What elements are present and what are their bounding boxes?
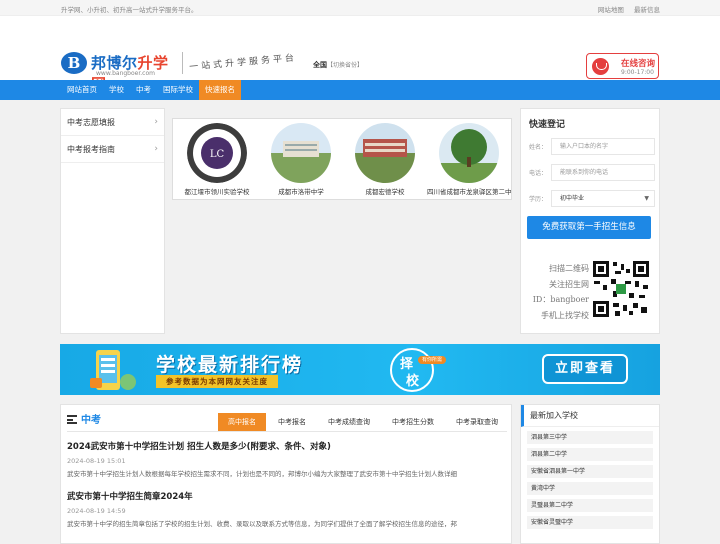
tab-exam-enroll[interactable]: 中考报名 <box>268 413 316 431</box>
article-title[interactable]: 武安市第十中学招生简章2024年 <box>67 490 507 502</box>
phone-field-row: 电话： 能联系到你的电话 <box>529 164 655 181</box>
consult-title: 在线咨询 <box>621 59 656 69</box>
name-input[interactable]: 输入户口本的名字 <box>551 138 655 155</box>
grade-select[interactable]: 初中毕业 ▼ <box>551 190 655 207</box>
qr-code-icon <box>591 259 651 319</box>
news-article: 2024武安市第十中学招生计划 招生人数是多少(附要求、条件、对象) 2024-… <box>67 440 507 478</box>
menu-item-guide[interactable]: 中考报考指南 › <box>61 136 164 163</box>
list-item[interactable]: 黄湾中学 <box>527 482 653 495</box>
school-carousel: LC 都江堰市领川实验学校 成都市洛带中学 成都宏德学校 四川省成都市龙泉驿区第… <box>172 118 512 200</box>
region-selector[interactable]: 全国【切换省份】 <box>313 60 363 70</box>
list-item[interactable]: 泗县第二中学 <box>527 448 653 461</box>
school-photo <box>271 123 331 183</box>
list-item[interactable]: 泗县第三中学 <box>527 431 653 444</box>
latest-info-link[interactable]: 最新信息 <box>634 6 660 14</box>
grade-label: 学历： <box>529 196 548 203</box>
name-label: 姓名： <box>529 144 548 151</box>
phone-label: 电话： <box>529 170 548 177</box>
banner-headline: 学校最新排行榜 <box>156 354 304 376</box>
choose-school-badge: 择 校 有你所需 <box>390 348 447 392</box>
register-title: 快速登记 <box>529 120 566 130</box>
tab-score-query[interactable]: 中考成绩查询 <box>318 413 380 431</box>
article-title[interactable]: 2024武安市第十中学招生计划 招生人数是多少(附要求、条件、对象) <box>67 440 507 452</box>
school-card[interactable]: 成都市洛带中学 <box>261 123 339 199</box>
qr-caption: 扫描二维码 关注招生网 ID：bangboer 手机上找学校 <box>532 264 589 320</box>
school-logo: LC <box>187 123 247 183</box>
chat-icon <box>592 58 609 75</box>
nav-quick-signup[interactable]: 快速报名 <box>199 80 241 100</box>
list-icon <box>67 415 77 424</box>
region-switch-link[interactable]: 【切换省份】 <box>327 62 363 69</box>
view-now-button[interactable]: 立即查看 <box>542 354 628 384</box>
newest-schools-panel: 最新加入学校 泗县第三中学 泗县第二中学 安徽省泗县第一中学 黄湾中学 灵璧县第… <box>520 404 660 544</box>
logo-badge-icon: B <box>61 52 87 74</box>
tab-cutoff-scores[interactable]: 中考招生分数 <box>382 413 444 431</box>
logo-domain: www.bangboer.com <box>96 70 155 77</box>
news-panel: 中考 高中报名 中考报名 中考成绩查询 中考招生分数 中考录取查询 2024武安… <box>60 404 512 544</box>
school-name: 四川省成都市龙泉驿区第二中学 <box>427 188 511 196</box>
news-article: 武安市第十中学招生简章2024年 2024-08-19 14:59 武安市第十中… <box>67 490 507 528</box>
article-date: 2024-08-19 14:59 <box>67 507 126 515</box>
chevron-right-icon: › <box>154 117 158 127</box>
online-consult-button[interactable]: 在线咨询 9:00-17:00 <box>586 53 659 79</box>
quick-register-panel: 快速登记 姓名： 输入户口本的名字 电话： 能联系到你的电话 学历： 初中毕业 ▼… <box>520 108 660 334</box>
site-slogan: 升学网、小升初、初升高一站式升学服务平台。 <box>61 6 198 14</box>
article-summary: 武安市第十中学招生计划人数根据每年学校招生需求不同，计划也是不同的，邦博尔小编为… <box>67 470 457 478</box>
school-name: 成都市洛带中学 <box>278 188 324 196</box>
news-tabs: 高中报名 中考报名 中考成绩查询 中考招生分数 中考录取查询 <box>216 413 508 431</box>
nav-home[interactable]: 网站首页 <box>61 80 103 100</box>
phone-input[interactable]: 能联系到你的电话 <box>551 164 655 181</box>
site-header: B 邦博尔升学网 www.bangboer.com 一站式升学服务平台 全国【切… <box>0 16 720 93</box>
list-item[interactable]: 安徽省泗县第一中学 <box>527 465 653 478</box>
school-name: 成都宏德学校 <box>365 188 405 196</box>
menu-item-volunteer[interactable]: 中考志愿填报 › <box>61 109 164 136</box>
top-bar: 升学网、小升初、初升高一站式升学服务平台。 网站地图 最新信息 <box>0 0 720 16</box>
left-menu: 中考志愿填报 › 中考报考指南 › <box>60 108 165 334</box>
school-card[interactable]: LC 都江堰市领川实验学校 <box>177 123 255 199</box>
article-date: 2024-08-19 15:01 <box>67 457 126 465</box>
tab-high-school-enroll[interactable]: 高中报名 <box>218 413 266 431</box>
list-item[interactable]: 灵璧县第二中学 <box>527 499 653 512</box>
main-nav: 网站首页 学校 中考 国际学校 快速报名 <box>0 80 720 100</box>
nav-international[interactable]: 国际学校 <box>157 80 199 100</box>
region-name: 全国 <box>313 61 327 69</box>
list-item[interactable]: 安徽省灵璧中学 <box>527 516 653 529</box>
header-tagline: 一站式升学服务平台 <box>188 53 298 73</box>
section-divider <box>67 431 507 432</box>
newest-title: 最新加入学校 <box>521 405 659 427</box>
top-links: 网站地图 最新信息 <box>590 4 660 14</box>
tab-admission-query[interactable]: 中考录取查询 <box>446 413 508 431</box>
banner-subtitle: 参考数据为本网网友关注度 <box>156 375 278 388</box>
chevron-right-icon: › <box>154 144 158 154</box>
chevron-down-icon: ▼ <box>644 195 649 202</box>
school-name: 都江堰市领川实验学校 <box>184 188 250 196</box>
submit-button[interactable]: 免费获取第一手招生信息 <box>527 216 651 239</box>
grade-field-row: 学历： 初中毕业 ▼ <box>529 190 655 207</box>
ranking-banner[interactable]: 学校最新排行榜 参考数据为本网网友关注度 择 校 有你所需 立即查看 <box>60 344 660 395</box>
name-field-row: 姓名： 输入户口本的名字 <box>529 138 655 155</box>
school-card[interactable]: 成都宏德学校 <box>345 123 423 199</box>
article-summary: 武安市第十中学的招生简章包括了学校的招生计划、收费、录取以及联系方式等信息，为同… <box>67 520 457 528</box>
svg-text:LC: LC <box>210 149 225 160</box>
school-photo <box>355 123 415 183</box>
site-logo[interactable]: B 邦博尔升学网 www.bangboer.com <box>61 36 181 93</box>
consult-hours: 9:00-17:00 <box>621 69 654 76</box>
section-title: 中考 <box>67 411 101 426</box>
sitemap-link[interactable]: 网站地图 <box>598 6 624 14</box>
school-card[interactable]: 四川省成都市龙泉驿区第二中学 <box>427 123 511 199</box>
phone-illustration-icon <box>90 350 136 390</box>
nav-schools[interactable]: 学校 <box>103 80 130 100</box>
nav-zhongkao[interactable]: 中考 <box>130 80 157 100</box>
header-divider <box>182 52 183 74</box>
school-photo <box>439 123 499 183</box>
